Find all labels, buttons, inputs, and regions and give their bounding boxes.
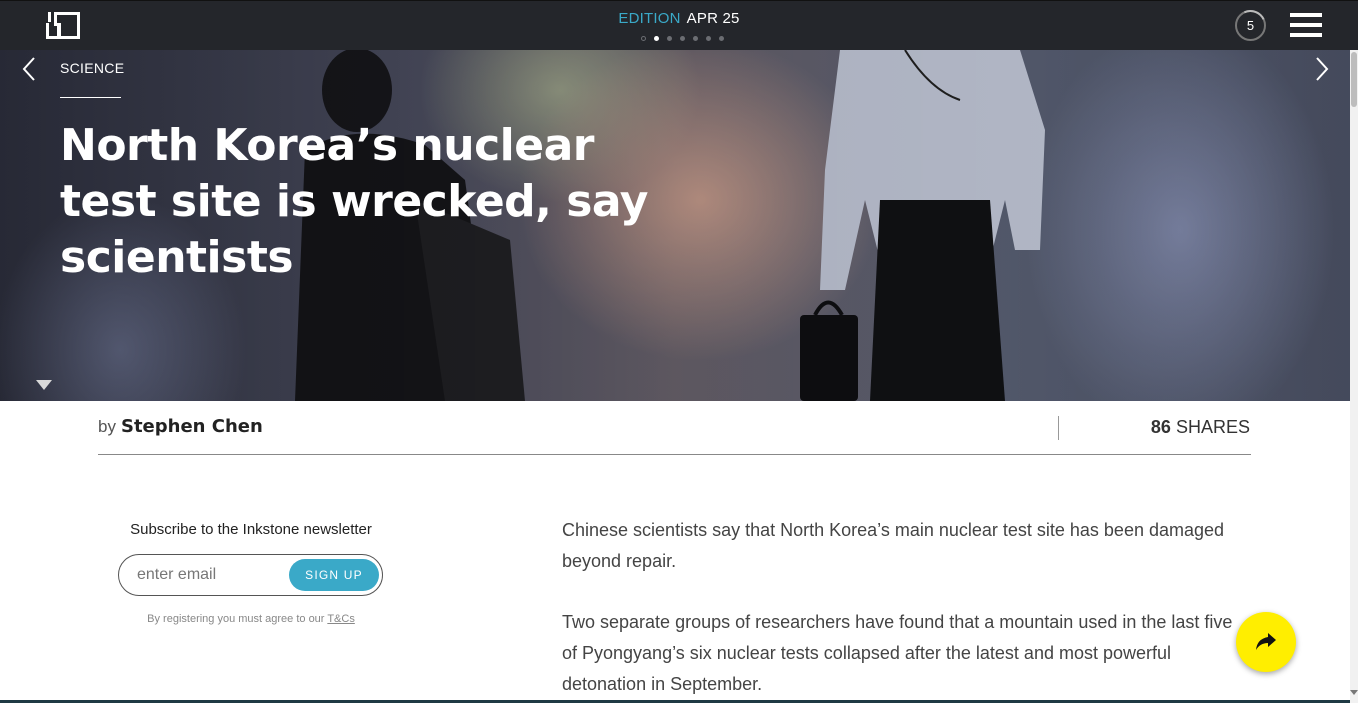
byline-rule	[98, 454, 1251, 455]
terms-note-text: By registering you must agree to our	[147, 613, 325, 625]
edition-pager	[641, 36, 724, 41]
pager-dot[interactable]	[693, 36, 698, 41]
page-scrollbar[interactable]	[1350, 50, 1358, 703]
category-divider	[60, 97, 121, 98]
email-field[interactable]	[137, 565, 287, 585]
category-label[interactable]: SCIENCE	[60, 60, 124, 76]
pager-dot[interactable]	[719, 36, 724, 41]
hero-banner: SCIENCE North Korea’s nuclear test site …	[0, 50, 1350, 401]
byline: by Stephen Chen	[98, 416, 263, 437]
byline-divider	[1058, 416, 1059, 440]
pager-dot[interactable]	[654, 36, 659, 41]
edition-indicator: EDITION APR 25	[0, 10, 1358, 27]
author-name[interactable]: Stephen Chen	[121, 416, 263, 437]
pager-dot[interactable]	[641, 36, 646, 41]
chevron-right-icon[interactable]	[1311, 56, 1331, 82]
hamburger-menu-icon[interactable]	[1290, 13, 1322, 39]
chevron-left-icon[interactable]	[20, 56, 40, 82]
top-bar: EDITION APR 25 5	[0, 0, 1358, 50]
shares-count: 86 SHARES	[1151, 417, 1250, 438]
article-body: Chinese scientists say that North Korea’…	[562, 515, 1242, 703]
pager-dot[interactable]	[706, 36, 711, 41]
newsletter-title: Subscribe to the Inkstone newsletter	[130, 521, 372, 538]
shares-label: SHARES	[1175, 417, 1250, 437]
edition-label: EDITION	[618, 10, 681, 27]
article-paragraph: Chinese scientists say that North Korea’…	[562, 520, 1225, 571]
edition-date: APR 25	[686, 10, 740, 27]
counter-value: 5	[1246, 18, 1255, 33]
terms-link[interactable]: T&Cs	[327, 613, 355, 625]
share-button[interactable]	[1236, 612, 1296, 672]
pager-dot[interactable]	[667, 36, 672, 41]
share-arrow-icon	[1256, 633, 1276, 650]
pager-dot[interactable]	[680, 36, 685, 41]
caret-down-icon[interactable]	[36, 380, 52, 390]
article-headline: North Korea’s nuclear test site is wreck…	[60, 120, 648, 283]
article-paragraph: Two separate groups of researchers have …	[562, 612, 1233, 694]
newsletter-terms-note: By registering you must agree to our T&C…	[118, 613, 384, 625]
scroll-down-arrow-icon[interactable]	[1350, 690, 1358, 695]
scrollbar-thumb[interactable]	[1351, 52, 1357, 107]
stories-counter[interactable]: 5	[1235, 10, 1266, 41]
sign-up-button[interactable]: SIGN UP	[289, 559, 379, 591]
byline-prefix: by	[98, 417, 116, 436]
newsletter-form: SIGN UP	[118, 554, 383, 596]
shares-number: 86	[1150, 417, 1171, 437]
